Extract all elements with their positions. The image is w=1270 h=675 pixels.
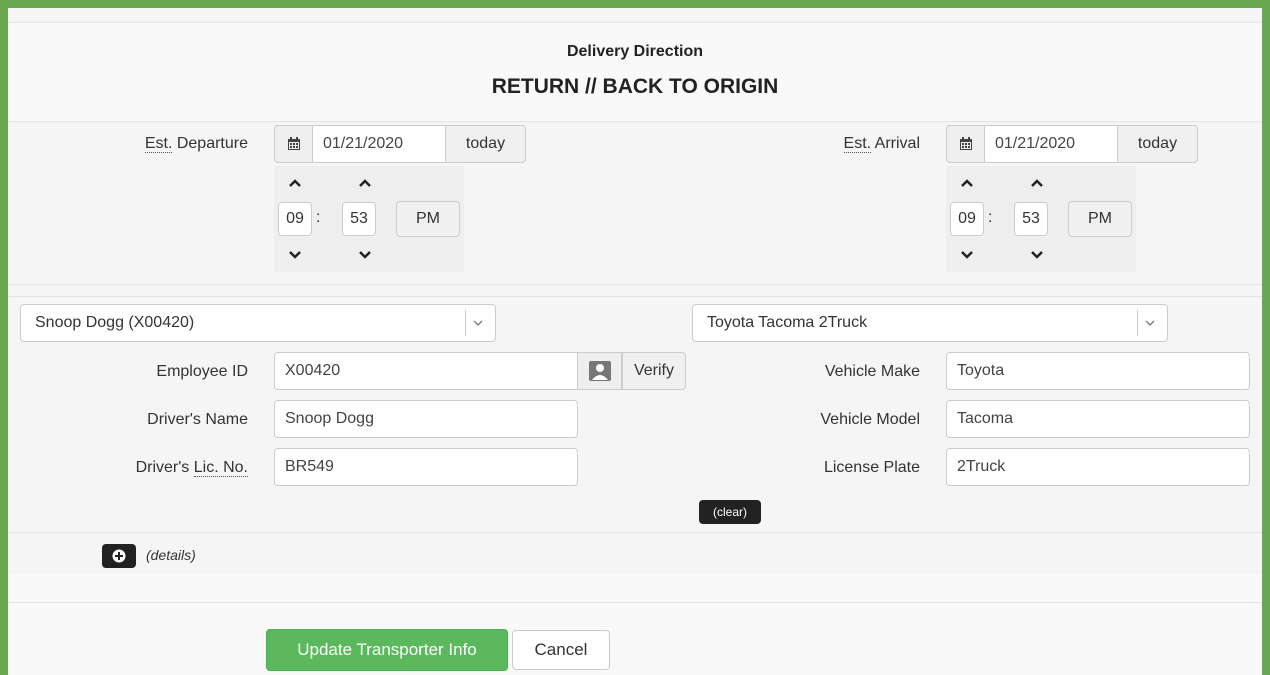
vehicle-select-value: Toyota Tacoma 2Truck <box>707 314 868 331</box>
drivers-name-input[interactable]: Snoop Dogg <box>274 400 578 438</box>
driver-select-value: Snoop Dogg (X00420) <box>35 314 195 331</box>
arrival-minute[interactable]: 53 <box>1014 202 1048 236</box>
footer-bar <box>8 574 1262 675</box>
departure-time-picker: 09 : 53 PM <box>274 166 464 272</box>
update-transporter-info-button[interactable]: Update Transporter Info <box>266 629 508 671</box>
license-plate-label: License Plate <box>823 459 920 476</box>
chevron-down-icon <box>1137 310 1161 336</box>
est-departure-label: Est. Departure <box>144 135 248 153</box>
time-separator: : <box>316 209 321 226</box>
divider <box>8 532 1262 533</box>
departure-date-group: 01/21/2020 today <box>274 125 526 163</box>
arrival-hour[interactable]: 09 <box>950 202 984 236</box>
departure-hour[interactable]: 09 <box>278 202 312 236</box>
vehicle-make-input[interactable]: Toyota <box>946 352 1250 390</box>
calendar-icon[interactable] <box>274 125 312 163</box>
delivery-direction-title: RETURN // BACK TO ORIGIN <box>491 75 779 98</box>
employee-id-input[interactable]: X00420 <box>274 352 578 390</box>
chevron-up-icon[interactable] <box>948 172 986 194</box>
vehicle-make-label: Vehicle Make <box>824 363 920 380</box>
plus-circle-icon <box>112 549 126 563</box>
drivers-license-input[interactable]: BR549 <box>274 448 578 486</box>
est-arrival-label: Est. Arrival <box>843 135 920 153</box>
clear-button[interactable]: (clear) <box>699 500 761 524</box>
vehicle-model-input[interactable]: Tacoma <box>946 400 1250 438</box>
arrival-date-group: 01/21/2020 today <box>946 125 1198 163</box>
verify-button[interactable]: Verify <box>622 352 686 390</box>
arrival-time-picker: 09 : 53 PM <box>946 166 1136 272</box>
chevron-down-icon[interactable] <box>276 244 314 266</box>
arrival-period-toggle[interactable]: PM <box>1068 201 1132 237</box>
drivers-license-label: Driver's Lic. No. <box>135 459 248 477</box>
drivers-name-label: Driver's Name <box>147 411 248 428</box>
time-separator: : <box>988 209 993 226</box>
chevron-down-icon[interactable] <box>346 244 384 266</box>
delivery-direction-label: Delivery Direction <box>566 43 704 60</box>
divider <box>8 296 1262 297</box>
departure-date-input[interactable]: 01/21/2020 <box>312 125 446 163</box>
divider <box>8 602 1262 603</box>
chevron-up-icon[interactable] <box>346 172 384 194</box>
calendar-icon[interactable] <box>946 125 984 163</box>
divider <box>8 284 1262 285</box>
user-icon <box>578 352 622 390</box>
license-plate-input[interactable]: 2Truck <box>946 448 1250 486</box>
arrival-date-input[interactable]: 01/21/2020 <box>984 125 1118 163</box>
chevron-up-icon[interactable] <box>1018 172 1056 194</box>
departure-today-button[interactable]: today <box>446 125 526 163</box>
employee-id-label: Employee ID <box>156 363 248 380</box>
departure-period-toggle[interactable]: PM <box>396 201 460 237</box>
form-frame: Delivery Direction RETURN // BACK TO ORI… <box>8 8 1262 675</box>
driver-select[interactable]: Snoop Dogg (X00420) <box>20 304 496 342</box>
chevron-down-icon[interactable] <box>948 244 986 266</box>
chevron-down-icon <box>465 310 489 336</box>
vehicle-model-label: Vehicle Model <box>820 411 920 428</box>
delivery-direction-header: Delivery Direction RETURN // BACK TO ORI… <box>8 22 1262 122</box>
arrival-today-button[interactable]: today <box>1118 125 1198 163</box>
expand-details-button[interactable] <box>102 544 136 568</box>
chevron-down-icon[interactable] <box>1018 244 1056 266</box>
vehicle-select[interactable]: Toyota Tacoma 2Truck <box>692 304 1168 342</box>
details-label: (details) <box>146 547 196 563</box>
departure-minute[interactable]: 53 <box>342 202 376 236</box>
cancel-button[interactable]: Cancel <box>512 630 610 670</box>
chevron-up-icon[interactable] <box>276 172 314 194</box>
